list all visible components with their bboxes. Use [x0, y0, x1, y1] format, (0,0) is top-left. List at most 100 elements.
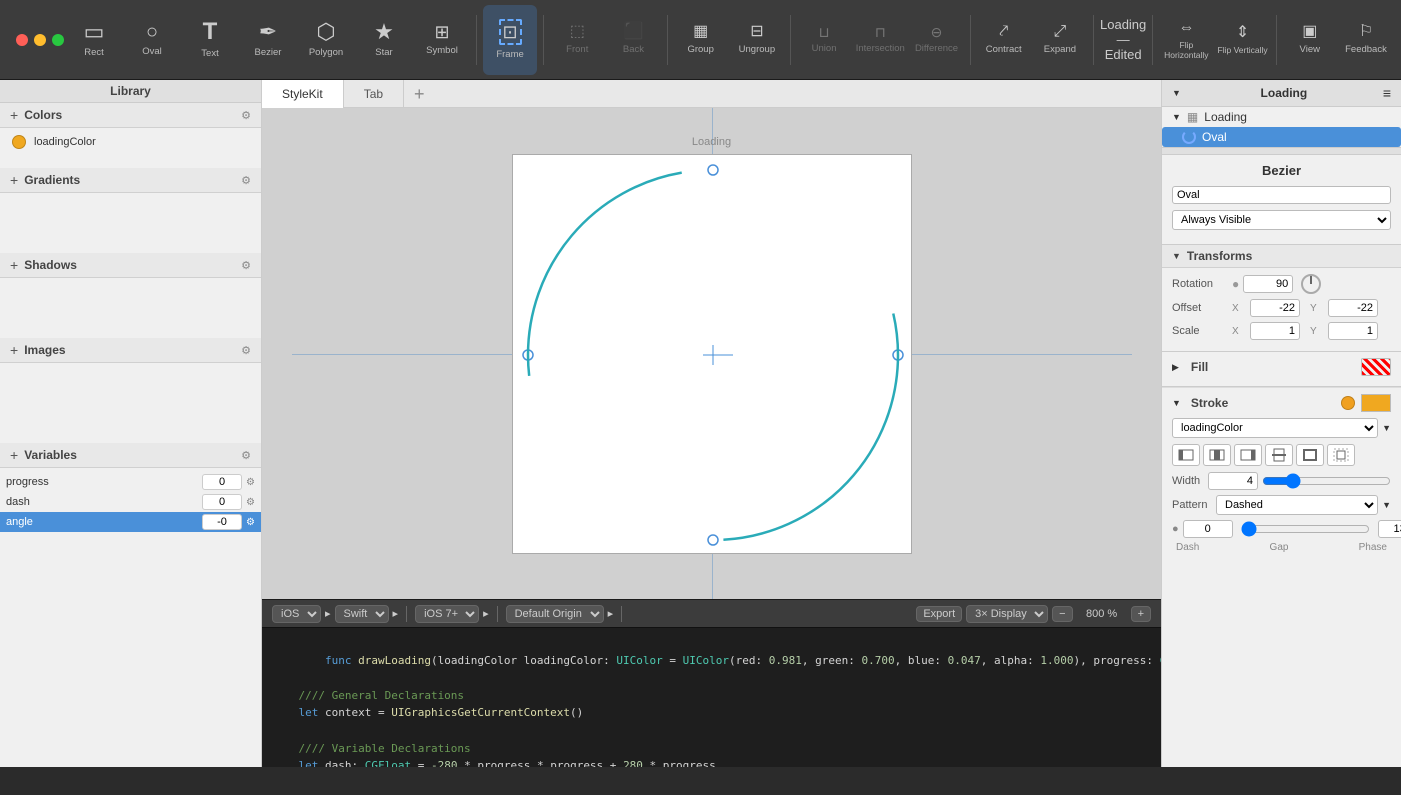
- align-icon-5: [1302, 448, 1318, 462]
- variable-settings-dash[interactable]: ⚙: [246, 497, 255, 508]
- panel-menu-icon[interactable]: ≡: [1383, 85, 1391, 101]
- panel-title: Loading: [1261, 86, 1308, 100]
- zoom-out-button[interactable]: −: [1052, 606, 1072, 622]
- ungroup-label: Ungroup: [739, 44, 775, 55]
- gap-value-input[interactable]: [1378, 520, 1401, 538]
- variable-settings-angle[interactable]: ⚙: [246, 517, 255, 528]
- align-btn-1[interactable]: [1172, 444, 1200, 466]
- text-tool[interactable]: T Text: [182, 5, 238, 75]
- align-btn-6[interactable]: [1327, 444, 1355, 466]
- pattern-label: Pattern: [1172, 499, 1212, 511]
- contract-tool[interactable]: ⤤ Contract: [977, 5, 1031, 75]
- feedback-tool[interactable]: ⚐ Feedback: [1339, 5, 1393, 75]
- variable-val-dash[interactable]: [202, 494, 242, 510]
- shadows-settings-icon[interactable]: ⚙: [241, 259, 251, 272]
- images-settings-icon[interactable]: ⚙: [241, 344, 251, 357]
- flip-h-tool[interactable]: ⇔ Flip Horizontally: [1159, 5, 1213, 75]
- align-btn-5[interactable]: [1296, 444, 1324, 466]
- layer-loading-group[interactable]: ▼ ▦ Loading: [1162, 107, 1401, 127]
- name-input[interactable]: [1172, 186, 1391, 204]
- align-btn-4[interactable]: [1265, 444, 1293, 466]
- align-btn-3[interactable]: [1234, 444, 1262, 466]
- stroke-header: ▼ Stroke: [1172, 394, 1391, 412]
- visibility-select[interactable]: Always Visible Never Visible Conditional: [1172, 210, 1391, 230]
- gradients-settings-icon[interactable]: ⚙: [241, 174, 251, 187]
- front-tool[interactable]: ⬚ Front: [550, 5, 604, 75]
- ungroup-tool[interactable]: ⊟ Ungroup: [730, 5, 784, 75]
- dash-value-input[interactable]: [1183, 520, 1233, 538]
- stroke-color-select[interactable]: loadingColor: [1172, 418, 1378, 438]
- variables-settings-icon[interactable]: ⚙: [241, 449, 251, 462]
- intersection-tool[interactable]: ⊓ Intersection: [853, 5, 907, 75]
- layer-oval-item[interactable]: Oval: [1162, 127, 1401, 147]
- zoom-in-button[interactable]: +: [1131, 606, 1151, 622]
- width-input[interactable]: [1208, 472, 1258, 490]
- sep-1: [476, 15, 477, 65]
- offset-x-input[interactable]: [1250, 299, 1300, 317]
- stroke-section: ▼ Stroke loadingColor ▼: [1162, 387, 1401, 559]
- rect-tool[interactable]: ▭ Rect: [66, 5, 122, 75]
- variable-val-angle[interactable]: [202, 514, 242, 530]
- colors-settings-icon[interactable]: ⚙: [241, 109, 251, 122]
- colors-title: Colors: [24, 108, 241, 122]
- transforms-header[interactable]: ▼ Transforms: [1162, 245, 1401, 268]
- language-select[interactable]: Swift: [335, 605, 389, 623]
- stroke-color-chevron: ▼: [1382, 423, 1391, 433]
- add-tab-button[interactable]: +: [404, 80, 435, 108]
- dash-slider[interactable]: [1241, 521, 1370, 537]
- offset-y-input[interactable]: [1328, 299, 1378, 317]
- origin-select[interactable]: Default Origin: [506, 605, 604, 623]
- frame-tool[interactable]: ⊡ Frame: [483, 5, 537, 75]
- variable-settings-progress[interactable]: ⚙: [246, 477, 255, 488]
- star-tool[interactable]: ★ Star: [356, 5, 412, 75]
- variable-row-angle[interactable]: angle ⚙: [0, 512, 261, 532]
- flip-v-tool[interactable]: ⇕ Flip Vertically: [1215, 5, 1269, 75]
- difference-tool[interactable]: ⊖ Difference: [909, 5, 963, 75]
- intersection-icon: ⊓: [875, 25, 886, 39]
- add-shadow-button[interactable]: +: [10, 257, 18, 273]
- bezier-tool[interactable]: ✒ Bezier: [240, 5, 296, 75]
- tab-stylekit[interactable]: StyleKit: [262, 80, 344, 108]
- export-button[interactable]: Export: [916, 606, 962, 622]
- width-slider[interactable]: [1262, 473, 1391, 489]
- tab-tab[interactable]: Tab: [344, 80, 404, 108]
- group-tool[interactable]: ▦ Group: [674, 5, 728, 75]
- symbol-tool[interactable]: ⊞ Symbol: [414, 5, 470, 75]
- view-tool[interactable]: ▣ View: [1283, 5, 1337, 75]
- library-header: Library: [0, 80, 261, 103]
- pattern-select[interactable]: Solid Dashed Dotted: [1216, 495, 1378, 515]
- add-color-button[interactable]: +: [10, 107, 18, 123]
- code-area: func drawLoading(loadingColor loadingCol…: [262, 627, 1161, 767]
- align-btn-2[interactable]: [1203, 444, 1231, 466]
- platform-arrow: ▸: [325, 607, 331, 620]
- bottom-sep-1: [406, 606, 407, 622]
- platform-select[interactable]: iOS: [272, 605, 321, 623]
- add-gradient-button[interactable]: +: [10, 172, 18, 188]
- sep-8: [1276, 15, 1277, 65]
- phase-label-text: Phase: [1359, 542, 1387, 553]
- oval-tool[interactable]: ○ Oval: [124, 5, 180, 75]
- add-variable-button[interactable]: +: [10, 447, 18, 463]
- variable-val-progress[interactable]: [202, 474, 242, 490]
- sep-5: [970, 15, 971, 65]
- display-select[interactable]: 3× Display: [966, 605, 1048, 623]
- minimize-button[interactable]: [34, 34, 46, 46]
- handle-bottom[interactable]: [708, 535, 718, 545]
- scale-x-input[interactable]: [1250, 322, 1300, 340]
- polygon-tool[interactable]: ⬡ Polygon: [298, 5, 354, 75]
- rotation-dial[interactable]: [1301, 274, 1321, 294]
- polygon-icon: ⬡: [316, 21, 335, 43]
- variable-row-progress[interactable]: progress ⚙: [0, 472, 261, 492]
- color-item-loading[interactable]: loadingColor: [0, 132, 261, 152]
- rotation-input[interactable]: [1243, 275, 1293, 293]
- close-button[interactable]: [16, 34, 28, 46]
- back-tool[interactable]: ⬛ Back: [606, 5, 660, 75]
- zoom-button[interactable]: [52, 34, 64, 46]
- variable-row-dash[interactable]: dash ⚙: [0, 492, 261, 512]
- scale-y-input[interactable]: [1328, 322, 1378, 340]
- union-tool[interactable]: ⊔ Union: [797, 5, 851, 75]
- target-select[interactable]: iOS 7+: [415, 605, 479, 623]
- add-image-button[interactable]: +: [10, 342, 18, 358]
- handle-top[interactable]: [708, 165, 718, 175]
- expand-tool[interactable]: ⤢ Expand: [1033, 5, 1087, 75]
